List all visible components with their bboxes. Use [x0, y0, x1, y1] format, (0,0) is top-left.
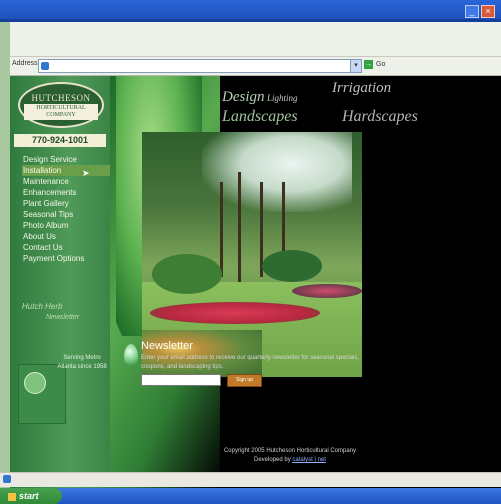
minimize-icon[interactable]: _ — [465, 5, 479, 18]
serving-atlanta-text: Serving Metro Atlanta since 1958 — [57, 355, 107, 370]
status-page-icon — [3, 475, 11, 483]
address-label: Address — [12, 60, 38, 67]
banner-lighting: Lighting — [267, 93, 298, 103]
flower-bed — [292, 284, 362, 298]
nav-item-seasonal-tips[interactable]: Seasonal Tips — [22, 209, 110, 220]
footer: Copyright 2005 Hutcheson Horticultural C… — [190, 447, 390, 465]
water-drop-graphic — [124, 344, 138, 366]
banner-irrigation: Irrigation — [332, 80, 392, 96]
logo-line2: HORTICULTURAL — [36, 105, 86, 111]
developed-by-line: Developed by catalyst | net — [190, 456, 390, 465]
banner-design: Design — [222, 89, 265, 105]
windows-flag-icon — [8, 492, 16, 501]
go-button[interactable]: Go — [376, 61, 385, 68]
nav-item-maintenance[interactable]: Maintenance — [22, 176, 110, 187]
sidebar-nav: Design Service Installation Maintenance … — [22, 154, 110, 264]
logo-line3: COMPANY — [46, 112, 76, 118]
flower-bed — [150, 302, 320, 324]
address-dropdown-icon[interactable]: ▾ — [350, 59, 362, 73]
browser-toolbar — [10, 22, 501, 57]
tree-trunk — [238, 172, 241, 282]
logo-band: HORTICULTURAL COMPANY — [24, 104, 98, 120]
hutch-herb-link[interactable]: Hutch Herb — [22, 302, 62, 311]
nav-item-photo-album[interactable]: Photo Album — [22, 220, 110, 231]
services-banner: Irrigation Design Lighting Landscapes Ha… — [222, 80, 501, 130]
photo-sky — [202, 132, 352, 212]
address-bar: Address ▾ → Go — [10, 57, 501, 76]
newsletter-email-input[interactable] — [141, 374, 221, 386]
photo-shrub — [262, 250, 322, 282]
georgia-map-graphic — [18, 364, 66, 424]
status-bar — [0, 472, 501, 487]
developer-link[interactable]: catalyst | net — [292, 457, 326, 463]
banner-landscapes: Landscapes — [222, 108, 298, 125]
newsletter-title: Newsletter — [141, 340, 193, 352]
nav-item-about-us[interactable]: About Us — [22, 231, 110, 242]
newsletter-section: Newsletter Enter your email address to r… — [141, 340, 371, 372]
hutch-herb-newsletter-label: Newsletter — [46, 314, 80, 321]
newsletter-signup-button[interactable]: Sign up — [227, 374, 262, 387]
start-button[interactable]: start — [0, 488, 62, 504]
taskbar: start — [0, 488, 501, 504]
tree-trunk — [220, 182, 223, 277]
address-input[interactable] — [38, 59, 353, 73]
banner-hardscapes: Hardscapes — [342, 108, 418, 125]
photo-shrub — [152, 254, 222, 294]
nav-item-plant-gallery[interactable]: Plant Gallery — [22, 198, 110, 209]
go-arrow-icon[interactable]: → — [364, 60, 373, 69]
start-label: start — [19, 491, 39, 501]
ie-page-icon — [41, 62, 49, 70]
close-icon[interactable]: × — [481, 5, 495, 18]
nav-item-payment-options[interactable]: Payment Options — [22, 253, 110, 264]
copyright-text: Copyright 2005 Hutcheson Horticultural C… — [223, 448, 357, 454]
browser-title-bar: _ × — [0, 0, 501, 22]
window-left-frame — [0, 22, 10, 488]
logo-line1: HUTCHESON — [31, 93, 91, 103]
nav-item-contact-us[interactable]: Contact Us — [22, 242, 110, 253]
nav-item-installation[interactable]: Installation — [22, 165, 110, 176]
developed-by-label: Developed by — [254, 457, 291, 463]
company-logo[interactable]: HUTCHESON HORTICULTURAL COMPANY — [18, 82, 104, 128]
mouse-pointer-icon: ➤ — [82, 168, 90, 178]
newsletter-description: Enter your email address to receive our … — [141, 355, 360, 370]
nav-item-design-service[interactable]: Design Service — [22, 154, 110, 165]
phone-number: 770-924-1001 — [14, 134, 106, 147]
web-page-content: HUTCHESON HORTICULTURAL COMPANY 770-924-… — [10, 76, 501, 488]
nav-item-enhancements[interactable]: Enhancements — [22, 187, 110, 198]
atlanta-marker-icon — [24, 372, 46, 394]
